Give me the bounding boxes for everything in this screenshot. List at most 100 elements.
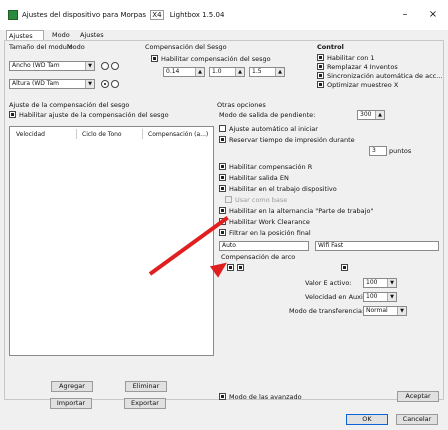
ratio-label: Valor E activo: (305, 279, 352, 287)
control-item-3: Sincronización automática de acc... (327, 72, 443, 80)
other-options-title: Otras opciones (217, 101, 266, 109)
option-field-1[interactable]: Auto (219, 241, 309, 251)
option-checkbox-2[interactable] (219, 136, 226, 143)
column-separator (76, 129, 77, 139)
spinner-icon: ▲ (235, 68, 244, 76)
ratio-combo[interactable]: 100 ▼ (363, 278, 397, 288)
option-checkbox-5[interactable] (219, 185, 226, 192)
window-title-text: Ajustes del dispositivo para Morpas (22, 11, 147, 19)
column-header-compensation[interactable]: Compensación (a...) (148, 131, 208, 138)
points-spin[interactable]: 3 (369, 146, 387, 156)
settings-window: Ajustes del dispositivo para Morpas X4 L… (0, 0, 448, 430)
chevron-down-icon: ▼ (387, 293, 396, 301)
width-combo-value: Ancho (WD Tam (12, 62, 60, 69)
column-header-tone-cycle[interactable]: Ciclo de Tono (82, 131, 122, 138)
module-size-label: Tamaño del modulo (9, 43, 73, 51)
control-item-2: Remplazar 4 Inventos (327, 63, 398, 71)
app-icon (8, 10, 18, 20)
arc-checkbox-2[interactable] (237, 264, 244, 271)
height-combo-value: Altura (WD Tam (12, 80, 59, 87)
control-checkbox-4[interactable] (317, 81, 324, 88)
mode-radio-2[interactable] (111, 62, 119, 70)
chevron-down-icon: ▼ (85, 62, 94, 70)
title-bar: Ajustes del dispositivo para Morpas X4 L… (0, 0, 448, 30)
chevron-down-icon: ▼ (85, 80, 94, 88)
points-spin-value: 3 (372, 147, 376, 154)
option-field-1-value: Auto (222, 242, 236, 249)
ok-button[interactable]: OK (346, 414, 388, 425)
arc-compensation-label: Compensación de arco (221, 253, 296, 261)
control-checkbox-2[interactable] (317, 63, 324, 70)
bias-spin-1[interactable]: 0.14 ▲ (163, 67, 205, 77)
mode-radio-4[interactable] (111, 80, 119, 88)
chevron-down-icon: ▼ (397, 307, 406, 315)
height-combo[interactable]: Altura (WD Tam ▼ (9, 79, 95, 89)
bias-spin-3-value: 1.5 (252, 68, 262, 75)
spinner-icon: ▲ (375, 111, 384, 119)
option-label-5: Habilitar en el trabajo dispositivo (229, 185, 337, 193)
add-button[interactable]: Agregar (51, 381, 93, 392)
option-checkbox-3[interactable] (219, 163, 226, 170)
option-field-2-value: Wifi Fast (318, 242, 344, 249)
mode-label: Modo (67, 43, 85, 51)
control-title: Control (317, 43, 344, 51)
bias-spin-3[interactable]: 1.5 ▲ (249, 67, 285, 77)
cancel-button[interactable]: Cancelar (396, 414, 438, 425)
width-combo[interactable]: Ancho (WD Tam ▼ (9, 61, 95, 71)
remove-button[interactable]: Eliminar (125, 381, 167, 392)
control-item-1: Habilitar con 1 (327, 54, 375, 62)
column-header-speed[interactable]: Velocidad (16, 131, 45, 138)
bias-compensation-checkbox-label: Habilitar compensación del sesgo (161, 55, 271, 63)
option-checkbox-1[interactable] (219, 125, 226, 132)
slope-mode-label: Modo de salida de pendiente: (219, 111, 316, 119)
option-label-6: Usar como base (235, 196, 288, 204)
aux-speed-value: 100 (366, 293, 378, 300)
option-label-2: Reservar tiempo de impresión durante (229, 136, 355, 144)
bias-adjust-header: Ajuste de la compensación del sesgo (9, 101, 130, 109)
option-checkbox-7[interactable] (219, 207, 226, 214)
tab-mode[interactable]: Modo (50, 30, 72, 40)
control-checkbox-1[interactable] (317, 54, 324, 61)
spinner-icon: ▲ (195, 68, 204, 76)
chevron-down-icon: ▼ (387, 279, 396, 287)
transfer-mode-value: Normal (366, 307, 388, 314)
accept-button[interactable]: Aceptar (397, 391, 439, 402)
arc-checkbox-3[interactable] (341, 264, 348, 271)
option-label-7: Habilitar en la alternancia "Parte de tr… (229, 207, 374, 215)
slope-mode-value[interactable]: 300 ▲ (357, 110, 385, 120)
control-checkbox-3[interactable] (317, 72, 324, 79)
bias-compensation-label: Compensación del Sesgo (145, 43, 227, 51)
transfer-mode-label: Modo de transferencia: (289, 307, 365, 315)
advanced-mode-label: Modo de las avanzado (229, 393, 302, 401)
close-button[interactable]: × (426, 8, 440, 22)
transfer-mode-combo[interactable]: Normal ▼ (363, 306, 407, 316)
column-separator (142, 129, 143, 139)
tab-advanced[interactable]: Ajustes Avanzados (78, 30, 132, 49)
bias-adjust-checkbox-label: Habilitar ajuste de la compensación del … (19, 111, 169, 119)
option-label-9: Filtrar en la posición final (229, 229, 311, 237)
version-tag: X4 (150, 10, 164, 20)
option-label-4: Habilitar salida EN (229, 174, 289, 182)
option-checkbox-9[interactable] (219, 229, 226, 236)
window-title: Ajustes del dispositivo para Morpas X4 L… (22, 10, 225, 20)
export-button[interactable]: Exportar (124, 398, 166, 409)
minimize-button[interactable]: – (398, 8, 412, 22)
bias-spin-2[interactable]: 1.0 ▲ (209, 67, 245, 77)
bias-adjust-table[interactable]: Velocidad Ciclo de Tono Compensación (a.… (9, 126, 214, 356)
mode-radio-1[interactable] (101, 62, 109, 70)
option-checkbox-4[interactable] (219, 174, 226, 181)
control-item-4: Optimizar muestreo X (327, 81, 399, 89)
bias-spin-2-value: 1.0 (212, 68, 222, 75)
bias-adjust-checkbox[interactable] (9, 111, 16, 118)
option-checkbox-6[interactable] (225, 196, 232, 203)
points-unit: puntos (389, 147, 412, 155)
window-title-suffix: Lightbox 1.5.04 (169, 11, 225, 19)
ratio-value: 100 (366, 279, 378, 286)
bias-compensation-checkbox[interactable] (151, 55, 158, 62)
import-button[interactable]: Importar (50, 398, 92, 409)
advanced-mode-checkbox[interactable] (219, 393, 226, 400)
aux-speed-combo[interactable]: 100 ▼ (363, 292, 397, 302)
tab-basic[interactable]: Ajustes Basicos (6, 30, 44, 50)
mode-radio-3[interactable] (101, 80, 109, 88)
option-field-2[interactable]: Wifi Fast (315, 241, 439, 251)
